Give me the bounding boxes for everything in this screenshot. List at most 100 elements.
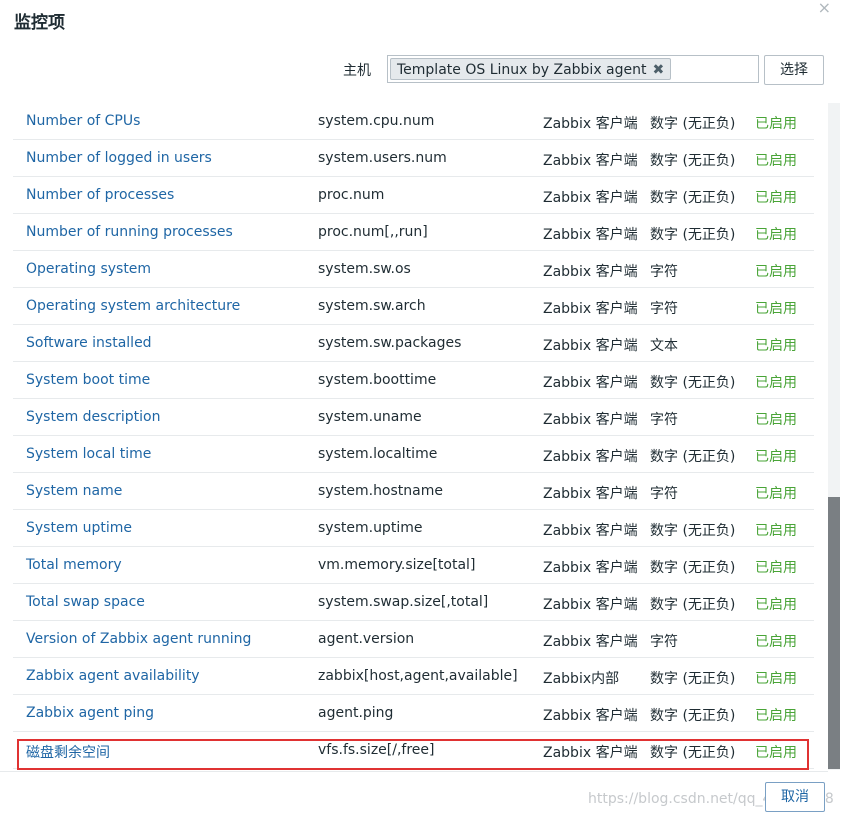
- item-value-type: 数字 (无正负): [650, 116, 736, 132]
- item-type: Zabbix 客户端: [543, 708, 638, 724]
- item-name-link[interactable]: Version of Zabbix agent running: [26, 631, 251, 647]
- item-key: proc.num: [318, 187, 385, 203]
- item-row[interactable]: Number of processes proc.num Zabbix 客户端 数字 …: [13, 177, 814, 214]
- item-name-link[interactable]: Operating system architecture: [26, 298, 240, 314]
- item-key: system.localtime: [318, 446, 438, 462]
- item-row[interactable]: Number of logged in users system.users.nu…: [13, 140, 814, 177]
- item-key: system.hostname: [318, 483, 443, 499]
- item-type: Zabbix 客户端: [543, 375, 638, 391]
- close-icon[interactable]: ×: [818, 0, 831, 17]
- scrollbar[interactable]: [828, 103, 840, 770]
- item-key: system.sw.os: [318, 261, 411, 277]
- item-row[interactable]: Total memory vm.memory.size[total] Zabbix …: [13, 547, 814, 584]
- host-multiselect[interactable]: Template OS Linux by Zabbix agent ✖: [387, 55, 759, 83]
- item-row[interactable]: Operating system architecture system.sw.a…: [13, 288, 814, 325]
- dialog-title: 监控项: [14, 13, 65, 33]
- item-name-link[interactable]: Total memory: [26, 557, 122, 573]
- select-button[interactable]: 选择: [764, 55, 824, 85]
- item-key: system.users.num: [318, 150, 447, 166]
- item-type: Zabbix 客户端: [543, 227, 638, 243]
- item-name-link[interactable]: Zabbix agent ping: [26, 705, 154, 721]
- host-tag-label: Template OS Linux by Zabbix agent: [397, 62, 647, 78]
- item-value-type: 数字 (无正负): [650, 560, 736, 576]
- item-type: Zabbix 客户端: [543, 190, 638, 206]
- item-type: Zabbix 客户端: [543, 597, 638, 613]
- item-key: proc.num[,,run]: [318, 224, 428, 240]
- item-status: 已启用: [755, 375, 797, 391]
- item-name-link[interactable]: System uptime: [26, 520, 132, 536]
- item-key: agent.version: [318, 631, 415, 647]
- item-key: system.boottime: [318, 372, 437, 388]
- item-name-link[interactable]: Number of running processes: [26, 224, 233, 240]
- item-row[interactable]: Software installed system.sw.packages Zabb…: [13, 325, 814, 362]
- item-row[interactable]: System name system.hostname Zabbix 客户端 字符 已启…: [13, 473, 814, 510]
- item-value-type: 字符: [650, 412, 678, 428]
- item-key: system.swap.size[,total]: [318, 594, 489, 610]
- item-name-link[interactable]: Zabbix agent availability: [26, 668, 200, 684]
- item-row[interactable]: Zabbix agent ping agent.ping Zabbix 客户端 数字 …: [13, 695, 814, 732]
- item-value-type: 字符: [650, 486, 678, 502]
- item-row[interactable]: Version of Zabbix agent running agent.ver…: [13, 621, 814, 658]
- item-key: system.uptime: [318, 520, 423, 536]
- item-name-link[interactable]: Operating system: [26, 261, 151, 277]
- cancel-button[interactable]: 取消: [765, 782, 825, 812]
- item-row[interactable]: Zabbix agent availability zabbix[host,age…: [13, 658, 814, 695]
- item-name-link[interactable]: Number of logged in users: [26, 150, 212, 166]
- item-type: Zabbix 客户端: [543, 264, 638, 280]
- item-name-link[interactable]: Number of processes: [26, 187, 174, 203]
- item-row[interactable]: 磁盘剩余空间 vfs.fs.size[/,free] Zabbix 客户端 数字 (无…: [13, 732, 814, 769]
- item-status: 已启用: [755, 301, 797, 317]
- item-key: zabbix[host,agent,available]: [318, 668, 518, 684]
- item-value-type: 数字 (无正负): [650, 708, 736, 724]
- item-row[interactable]: Total swap space system.swap.size[,total]…: [13, 584, 814, 621]
- item-row[interactable]: System uptime system.uptime Zabbix 客户端 数字 (…: [13, 510, 814, 547]
- item-key: system.cpu.num: [318, 113, 435, 129]
- remove-tag-icon[interactable]: ✖: [653, 62, 665, 78]
- item-value-type: 字符: [650, 301, 678, 317]
- scrollbar-thumb[interactable]: [828, 497, 840, 769]
- item-row[interactable]: Number of running processes proc.num[,,ru…: [13, 214, 814, 251]
- item-name-link[interactable]: System local time: [26, 446, 151, 462]
- item-key: vm.memory.size[total]: [318, 557, 476, 573]
- item-value-type: 数字 (无正负): [650, 227, 736, 243]
- item-value-type: 数字 (无正负): [650, 671, 736, 687]
- item-key: system.sw.packages: [318, 335, 462, 351]
- item-status: 已启用: [755, 597, 797, 613]
- item-status: 已启用: [755, 449, 797, 465]
- item-key: system.sw.arch: [318, 298, 426, 314]
- item-value-type: 数字 (无正负): [650, 190, 736, 206]
- item-value-type: 数字 (无正负): [650, 153, 736, 169]
- item-name-link[interactable]: Software installed: [26, 335, 152, 351]
- item-row[interactable]: System boot time system.boottime Zabbix 客户…: [13, 362, 814, 399]
- item-type: Zabbix 客户端: [543, 116, 638, 132]
- item-type: Zabbix 客户端: [543, 634, 638, 650]
- item-status: 已启用: [755, 671, 797, 687]
- item-status: 已启用: [755, 745, 797, 761]
- item-row[interactable]: Operating system system.sw.os Zabbix 客户端 字符…: [13, 251, 814, 288]
- item-name-link[interactable]: System boot time: [26, 372, 150, 388]
- items-list[interactable]: Number of CPUs system.cpu.num Zabbix 客户端 数字…: [0, 103, 828, 771]
- item-name-link[interactable]: Number of CPUs: [26, 113, 140, 129]
- item-type: Zabbix 客户端: [543, 560, 638, 576]
- item-name-link[interactable]: 磁盘剩余空间: [26, 742, 110, 762]
- item-value-type: 数字 (无正负): [650, 745, 736, 761]
- item-value-type: 数字 (无正负): [650, 449, 736, 465]
- item-type: Zabbix 客户端: [543, 301, 638, 317]
- item-type: Zabbix 客户端: [543, 412, 638, 428]
- item-row[interactable]: Number of CPUs system.cpu.num Zabbix 客户端 数字…: [13, 103, 814, 140]
- item-key: agent.ping: [318, 705, 394, 721]
- item-status: 已启用: [755, 486, 797, 502]
- item-type: Zabbix内部: [543, 671, 620, 687]
- footer-divider: [0, 771, 828, 772]
- item-name-link[interactable]: Total swap space: [26, 594, 145, 610]
- item-key: vfs.fs.size[/,free]: [318, 742, 435, 758]
- item-status: 已启用: [755, 153, 797, 169]
- item-row[interactable]: System description system.uname Zabbix 客户端…: [13, 399, 814, 436]
- item-status: 已启用: [755, 523, 797, 539]
- item-row[interactable]: System local time system.localtime Zabbix …: [13, 436, 814, 473]
- item-type: Zabbix 客户端: [543, 523, 638, 539]
- item-status: 已启用: [755, 634, 797, 650]
- item-value-type: 字符: [650, 264, 678, 280]
- item-name-link[interactable]: System name: [26, 483, 122, 499]
- item-name-link[interactable]: System description: [26, 409, 161, 425]
